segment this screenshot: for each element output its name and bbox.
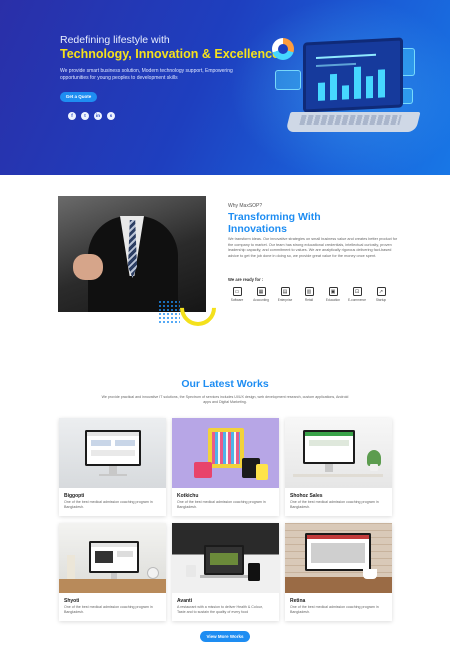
works-title: Our Latest Works [181, 378, 269, 390]
social-links: f t in s [68, 112, 115, 120]
twitter-icon[interactable]: t [81, 112, 89, 120]
work-desc: One of the best medical admission coachi… [177, 500, 266, 509]
works-description: We provide practical and innovative IT s… [101, 395, 349, 404]
work-desc: One of the best medical admission coachi… [290, 500, 379, 509]
work-image [172, 418, 279, 488]
work-image [59, 523, 166, 593]
get-quote-button[interactable]: Get a Quote [60, 92, 97, 102]
work-name: Kotkichu [177, 493, 199, 499]
work-image [285, 523, 392, 593]
work-desc: One of the best medical admission coachi… [290, 605, 379, 614]
retail-icon: ▥ [304, 287, 314, 296]
skype-icon[interactable]: s [107, 112, 115, 120]
hero-subtitle: Redefining lifestyle with [60, 34, 170, 46]
work-desc: One of the best medical admission coachi… [64, 500, 153, 509]
work-card-biggopti[interactable]: Biggopti One of the best medical admissi… [59, 418, 166, 516]
hero-description: We provide smart business solution, Mode… [60, 68, 233, 81]
laptop-screen [303, 37, 403, 113]
work-image [172, 523, 279, 593]
work-name: Biggopti [64, 493, 85, 499]
about-kicker: Why MaxSOP? [228, 203, 263, 209]
service-startup[interactable]: ↗ Startup [372, 287, 390, 302]
hero-section: Redefining lifestyle with Technology, In… [0, 0, 450, 175]
work-name: Shohoz Sales [290, 493, 323, 499]
service-enterprise[interactable]: ▤ Enterprise [276, 287, 294, 302]
work-card-retina[interactable]: Retina One of the best medical admission… [285, 523, 392, 621]
startup-icon: ↗ [376, 287, 386, 296]
software-icon: ▭ [232, 287, 242, 296]
ready-for-label: We are ready for : [228, 277, 264, 282]
work-card-avanti[interactable]: Avanti A restaurant with a mission to de… [172, 523, 279, 621]
work-card-shohoz-sales[interactable]: Shohoz Sales One of the best medical adm… [285, 418, 392, 516]
service-ecommerce[interactable]: ⊡ E-commerce [348, 287, 366, 302]
service-software[interactable]: ▭ Software [228, 287, 246, 302]
work-image [285, 418, 392, 488]
service-icons: ▭ Software ▦ Accounting ▤ Enterprise ▥ Retai… [228, 287, 390, 302]
facebook-icon[interactable]: f [68, 112, 76, 120]
service-education[interactable]: ▣ Education [324, 287, 342, 302]
laptop-illustration [275, 37, 421, 155]
hero-title: Technology, Innovation & Excellence [60, 47, 280, 61]
about-description: We transform ideas. Our innovative strat… [228, 237, 398, 258]
work-card-kotkichu[interactable]: Kotkichu One of the best medical admissi… [172, 418, 279, 516]
service-accounting[interactable]: ▦ Accounting [252, 287, 270, 302]
hologram-panel [275, 70, 301, 90]
education-icon: ▣ [328, 287, 338, 296]
about-title: Transforming With Innovations [228, 211, 321, 235]
businessman-photo [58, 196, 206, 312]
work-name: Shyoti [64, 598, 80, 604]
dot-pattern-decoration [158, 300, 180, 324]
work-desc: A restaurant with a mission to deliver H… [177, 605, 263, 614]
accounting-icon: ▦ [256, 287, 266, 296]
ecommerce-icon: ⊡ [352, 287, 362, 296]
linkedin-icon[interactable]: in [94, 112, 102, 120]
laptop-base [285, 112, 421, 132]
work-name: Retina [290, 598, 306, 604]
service-retail[interactable]: ▥ Retail [300, 287, 318, 302]
enterprise-icon: ▤ [280, 287, 290, 296]
view-more-works-button[interactable]: View More Works [200, 631, 250, 642]
work-card-shyoti[interactable]: Shyoti One of the best medical admission… [59, 523, 166, 621]
work-desc: One of the best medical admission coachi… [64, 605, 153, 614]
work-name: Avanti [177, 598, 193, 604]
work-image [59, 418, 166, 488]
